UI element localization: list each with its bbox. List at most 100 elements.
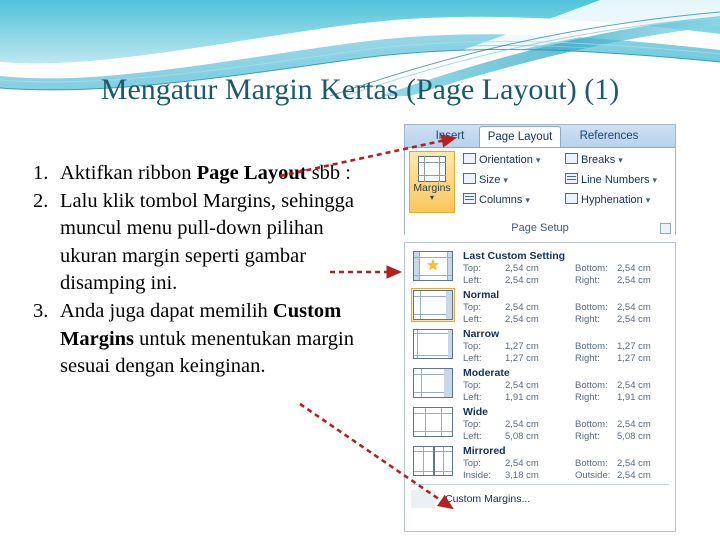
margins-option-thumbnail-wrap <box>411 405 455 439</box>
tab-references[interactable]: References <box>565 126 653 147</box>
margins-value: 2,54 cm <box>617 263 651 274</box>
list-item-number: 1. <box>33 162 49 184</box>
margins-option-details: Last Custom Setting Top: 2,54 cm Bottom: 2,5… <box>455 249 669 286</box>
margins-value: 2,54 cm <box>505 314 539 325</box>
tab-insert[interactable]: Insert <box>423 126 477 147</box>
preview-guide <box>414 431 452 432</box>
margins-option-last-custom-setting[interactable]: ★ Last Custom Setting Top: 2,54 cm Bottom: 2,… <box>405 247 675 286</box>
margins-value-key: Bottom: <box>575 458 608 469</box>
tab-page-layout[interactable]: Page Layout <box>479 126 561 147</box>
chevron-down-icon: ▾ <box>652 175 658 185</box>
margins-option-normal[interactable]: Normal Top: 2,54 cm Bottom: 2,54 cm Left: 2,54… <box>405 286 675 325</box>
margins-value-row: Left: 5,08 cm Right: 5,08 cm <box>463 431 669 442</box>
margins-value-key: Top: <box>463 341 481 352</box>
margins-value: 1,91 cm <box>505 392 539 403</box>
margins-value-key: Bottom: <box>575 263 608 274</box>
text-segment: Page Layout <box>196 162 307 184</box>
margins-value-key: Bottom: <box>575 380 608 391</box>
page-preview-icon <box>413 446 453 476</box>
margins-value-pair: Right: 2,54 cm <box>575 314 651 325</box>
hyphenation-command[interactable]: Hyphenation ▾ <box>565 193 650 207</box>
margins-value: 2,54 cm <box>617 380 651 391</box>
menu-divider <box>411 484 669 485</box>
orientation-command[interactable]: Orientation ▾ <box>463 153 540 167</box>
margins-value-key: Right: <box>575 353 600 364</box>
margins-value-key: Left: <box>463 392 482 403</box>
preview-shade <box>448 330 452 358</box>
margins-value: 1,91 cm <box>617 392 651 403</box>
columns-command[interactable]: Columns ▾ <box>463 193 530 207</box>
margins-option-wide[interactable]: Wide Top: 2,54 cm Bottom: 2,54 cm Left: 5,08 c… <box>405 403 675 442</box>
margins-value-key: Left: <box>463 353 482 364</box>
margins-value-row: Top: 1,27 cm Bottom: 1,27 cm <box>463 341 669 352</box>
list-item: 2. Lalu klik tombol Margins, sehingga mun… <box>33 188 378 298</box>
margins-option-details: Mirrored Top: 2,54 cm Bottom: 2,54 cm Inside:… <box>455 444 669 481</box>
orientation-label: Orientation <box>479 154 533 166</box>
margins-option-thumbnail-wrap <box>411 327 455 361</box>
chevron-down-icon: ▾ <box>618 155 623 165</box>
margins-value-key: Left: <box>463 314 482 325</box>
margins-value-key: Left: <box>463 275 482 286</box>
breaks-label: Breaks <box>581 154 616 166</box>
margins-value-pair: Left: 1,27 cm <box>463 353 575 364</box>
text-segment: Lalu klik tombol Margins, sehingga muncu… <box>60 189 354 295</box>
margins-value-pair: Top: 2,54 cm <box>463 419 575 430</box>
size-label: Size <box>479 174 501 186</box>
margins-option-moderate[interactable]: Moderate Top: 2,54 cm Bottom: 2,54 cm Left: 1,… <box>405 364 675 403</box>
margins-value-pair: Bottom: 2,54 cm <box>575 263 651 274</box>
line-numbers-command[interactable]: Line Numbers ▾ <box>565 173 657 187</box>
hyphenation-label: Hyphenation <box>581 194 643 206</box>
margins-value-pair: Right: 2,54 cm <box>575 275 651 286</box>
margins-value: 3,18 cm <box>505 470 539 481</box>
margins-button[interactable]: Margins ▾ <box>409 151 455 213</box>
margins-value-key: Right: <box>575 275 600 286</box>
margins-value-row: Top: 2,54 cm Bottom: 2,54 cm <box>463 419 669 430</box>
margins-option-details: Moderate Top: 2,54 cm Bottom: 2,54 cm Left: 1,… <box>455 366 669 403</box>
margins-option-mirrored[interactable]: Mirrored Top: 2,54 cm Bottom: 2,54 cm Inside:… <box>405 442 675 481</box>
margins-value-key: Bottom: <box>575 419 608 430</box>
margins-value-row: Left: 1,91 cm Right: 1,91 cm <box>463 392 669 403</box>
margins-value-pair: Right: 5,08 cm <box>575 431 651 442</box>
margins-option-name: Last Custom Setting <box>463 250 566 262</box>
margins-icon <box>418 156 446 182</box>
chevron-down-icon: ▾ <box>645 195 651 205</box>
margins-value-row: Left: 2,54 cm Right: 2,54 cm <box>463 275 669 286</box>
margins-value: 2,54 cm <box>617 470 651 481</box>
margins-value: 2,54 cm <box>617 302 651 313</box>
dialog-launcher-icon[interactable] <box>660 223 671 234</box>
margins-value-pair: Inside: 3,18 cm <box>463 470 575 481</box>
margins-value: 2,54 cm <box>505 263 539 274</box>
margins-option-name: Moderate <box>463 367 510 379</box>
preview-guide <box>417 330 418 358</box>
margins-option-name: Narrow <box>463 328 500 340</box>
breaks-command[interactable]: Breaks ▾ <box>565 153 623 167</box>
list-item: 1. Aktifkan ribbon Page Layout sbb : <box>33 160 378 188</box>
margins-value-row: Top: 2,54 cm Bottom: 2,54 cm <box>463 302 669 313</box>
preview-shade <box>444 369 452 397</box>
margins-option-details: Narrow Top: 1,27 cm Bottom: 1,27 cm Left: 1,27… <box>455 327 669 364</box>
list-item-text: Aktifkan ribbon Page Layout sbb : <box>60 160 378 188</box>
preview-guide <box>414 275 452 276</box>
margins-value-key: Inside: <box>463 470 491 481</box>
margins-option-narrow[interactable]: Narrow Top: 1,27 cm Bottom: 1,27 cm Left: 1,27… <box>405 325 675 364</box>
chevron-down-icon: ▾ <box>525 195 530 205</box>
page-preview-icon <box>413 368 453 398</box>
page-preview-icon: ★ <box>413 251 453 281</box>
margins-value-pair: Top: 2,54 cm <box>463 458 575 469</box>
size-command[interactable]: Size ▾ <box>463 173 508 187</box>
star-icon: ★ <box>426 257 440 275</box>
margins-value-pair: Top: 2,54 cm <box>463 380 575 391</box>
margins-option-thumbnail-wrap: ★ <box>411 249 455 283</box>
margins-value-pair: Right: 1,91 cm <box>575 392 651 403</box>
custom-margins-menu-item[interactable]: Custom Margins... <box>405 487 675 511</box>
list-item: 3. Anda juga dapat memilih Custom Margins… <box>33 298 378 381</box>
preview-shade <box>446 291 452 319</box>
preview-guide <box>433 447 435 475</box>
margins-value-pair: Left: 2,54 cm <box>463 275 575 286</box>
margins-value-pair: Top: 2,54 cm <box>463 302 575 313</box>
preview-guide <box>414 355 452 356</box>
margins-value: 2,54 cm <box>505 275 539 286</box>
margins-option-thumbnail-wrap <box>411 444 455 478</box>
margins-value: 2,54 cm <box>505 419 539 430</box>
margins-option-list: ★ Last Custom Setting Top: 2,54 cm Bottom: 2,… <box>405 247 675 481</box>
